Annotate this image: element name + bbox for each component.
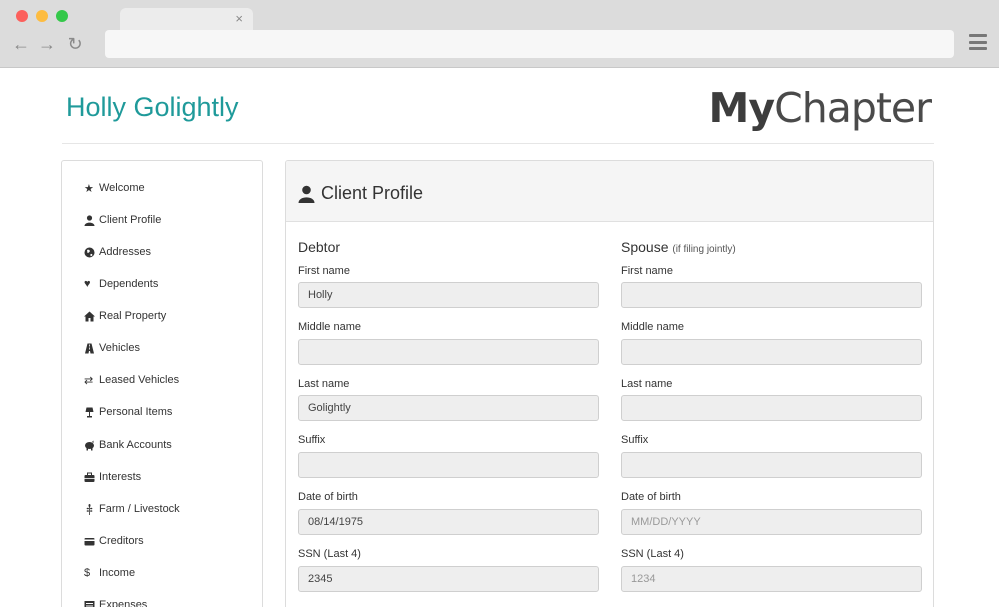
debtor-last-name-label: Last name bbox=[298, 378, 350, 390]
spouse-middle-name-input[interactable] bbox=[621, 339, 922, 365]
heart-icon: ♥ bbox=[84, 278, 91, 290]
sidebar-item-label: Creditors bbox=[99, 535, 144, 547]
sidebar-item-label: Addresses bbox=[99, 246, 151, 258]
spouse-first-name-input[interactable] bbox=[621, 282, 922, 308]
list-icon bbox=[84, 600, 98, 607]
debtor-first-name-label: First name bbox=[298, 265, 350, 277]
debtor-heading: Debtor bbox=[298, 239, 341, 255]
sidebar-item-label: Vehicles bbox=[99, 342, 140, 354]
transfer-arrows-icon: ⇄ bbox=[84, 374, 94, 387]
spouse-dob-label: Date of birth bbox=[621, 491, 681, 503]
spouse-heading-text: Spouse bbox=[621, 239, 669, 255]
sidebar-item-label: Personal Items bbox=[99, 406, 173, 418]
piggy-bank-icon bbox=[84, 440, 98, 451]
credit-card-icon bbox=[84, 536, 98, 547]
sidebar-item-label: Real Property bbox=[99, 310, 167, 322]
debtor-suffix-label: Suffix bbox=[298, 434, 326, 446]
road-icon bbox=[84, 343, 98, 354]
star-icon: ★ bbox=[84, 182, 94, 195]
user-name-title: Holly Golightly bbox=[66, 92, 239, 122]
person-icon bbox=[84, 214, 98, 226]
debtor-suffix-input[interactable] bbox=[298, 452, 599, 478]
spouse-suffix-label: Suffix bbox=[621, 434, 649, 446]
sidebar-item-interests[interactable]: Interests bbox=[84, 467, 141, 487]
sidebar-item-client-profile[interactable]: Client Profile bbox=[84, 210, 161, 230]
logo-bold-part: My bbox=[708, 84, 776, 132]
sidebar-nav: ★ Welcome Client Profile Addresses ♥ Dep… bbox=[61, 160, 263, 607]
sidebar-item-real-property[interactable]: Real Property bbox=[84, 306, 166, 326]
sidebar-item-label: Income bbox=[99, 567, 136, 579]
minimize-window-button[interactable] bbox=[36, 10, 48, 22]
logo-rest-part: Chapter bbox=[774, 84, 932, 132]
sidebar-item-vehicles[interactable]: Vehicles bbox=[84, 338, 140, 358]
sidebar-item-farm-livestock[interactable]: Farm / Livestock bbox=[84, 499, 180, 519]
person-icon bbox=[298, 185, 315, 203]
debtor-last-name-input[interactable]: Golightly bbox=[298, 395, 599, 421]
panel-title: Client Profile bbox=[298, 183, 423, 204]
mychapter-logo: MyChapter bbox=[708, 84, 932, 132]
sidebar-item-income[interactable]: $ Income bbox=[84, 563, 135, 583]
sidebar-item-label: Leased Vehicles bbox=[99, 374, 180, 386]
debtor-dob-label: Date of birth bbox=[298, 491, 358, 503]
globe-icon bbox=[84, 247, 98, 258]
dollar-icon: $ bbox=[84, 567, 91, 579]
sidebar-item-label: Interests bbox=[99, 471, 142, 483]
briefcase-icon bbox=[84, 472, 98, 483]
home-icon bbox=[84, 311, 98, 322]
hamburger-menu-icon[interactable] bbox=[969, 34, 987, 50]
sidebar-item-dependents[interactable]: ♥ Dependents bbox=[84, 274, 158, 294]
panel-header: Client Profile bbox=[286, 161, 933, 222]
sidebar-item-creditors[interactable]: Creditors bbox=[84, 531, 144, 551]
spouse-heading-note: (if filing jointly) bbox=[672, 244, 736, 255]
back-arrow-icon[interactable]: ← bbox=[11, 33, 31, 55]
debtor-ssn-input[interactable]: 2345 bbox=[298, 566, 599, 592]
sidebar-item-bank-accounts[interactable]: Bank Accounts bbox=[84, 435, 172, 455]
sidebar-item-label: Expenses bbox=[99, 599, 148, 607]
sidebar-item-welcome[interactable]: ★ Welcome bbox=[84, 178, 145, 198]
client-profile-panel: Client Profile Debtor First name Holly M… bbox=[285, 160, 934, 607]
panel-title-text: Client Profile bbox=[321, 183, 424, 203]
sidebar-item-leased-vehicles[interactable]: ⇄ Leased Vehicles bbox=[84, 370, 179, 390]
spouse-heading: Spouse (if filing jointly) bbox=[621, 239, 736, 255]
browser-chrome: × ← → ↻ bbox=[0, 0, 999, 68]
spouse-ssn-label: SSN (Last 4) bbox=[621, 548, 684, 560]
spouse-dob-input[interactable]: MM/DD/YYYY bbox=[621, 509, 922, 535]
spouse-ssn-input[interactable]: 1234 bbox=[621, 566, 922, 592]
spouse-last-name-input[interactable] bbox=[621, 395, 922, 421]
debtor-first-name-input[interactable]: Holly bbox=[298, 282, 599, 308]
browser-tab[interactable]: × bbox=[120, 8, 253, 30]
spouse-first-name-label: First name bbox=[621, 265, 673, 277]
sidebar-item-label: Farm / Livestock bbox=[99, 503, 180, 515]
tab-close-icon[interactable]: × bbox=[235, 10, 243, 28]
lamp-icon bbox=[84, 407, 98, 418]
spouse-middle-name-label: Middle name bbox=[621, 321, 684, 333]
spouse-suffix-input[interactable] bbox=[621, 452, 922, 478]
debtor-middle-name-input[interactable] bbox=[298, 339, 599, 365]
spouse-last-name-label: Last name bbox=[621, 378, 673, 390]
sidebar-item-personal-items[interactable]: Personal Items bbox=[84, 402, 172, 422]
grain-icon bbox=[84, 503, 98, 515]
debtor-dob-input[interactable]: 08/14/1975 bbox=[298, 509, 599, 535]
sidebar-item-label: Bank Accounts bbox=[99, 439, 172, 451]
sidebar-item-label: Dependents bbox=[99, 278, 159, 290]
debtor-ssn-label: SSN (Last 4) bbox=[298, 548, 361, 560]
address-bar[interactable] bbox=[105, 30, 954, 58]
forward-arrow-icon[interactable]: → bbox=[37, 33, 57, 55]
header-divider bbox=[62, 143, 934, 144]
debtor-middle-name-label: Middle name bbox=[298, 321, 361, 333]
window-controls bbox=[16, 10, 68, 22]
sidebar-item-addresses[interactable]: Addresses bbox=[84, 242, 151, 262]
sidebar-item-label: Welcome bbox=[99, 182, 145, 194]
sidebar-item-expenses[interactable]: Expenses bbox=[84, 595, 147, 607]
reload-icon[interactable]: ↻ bbox=[65, 33, 85, 55]
maximize-window-button[interactable] bbox=[56, 10, 68, 22]
sidebar-item-label: Client Profile bbox=[99, 214, 162, 226]
close-window-button[interactable] bbox=[16, 10, 28, 22]
